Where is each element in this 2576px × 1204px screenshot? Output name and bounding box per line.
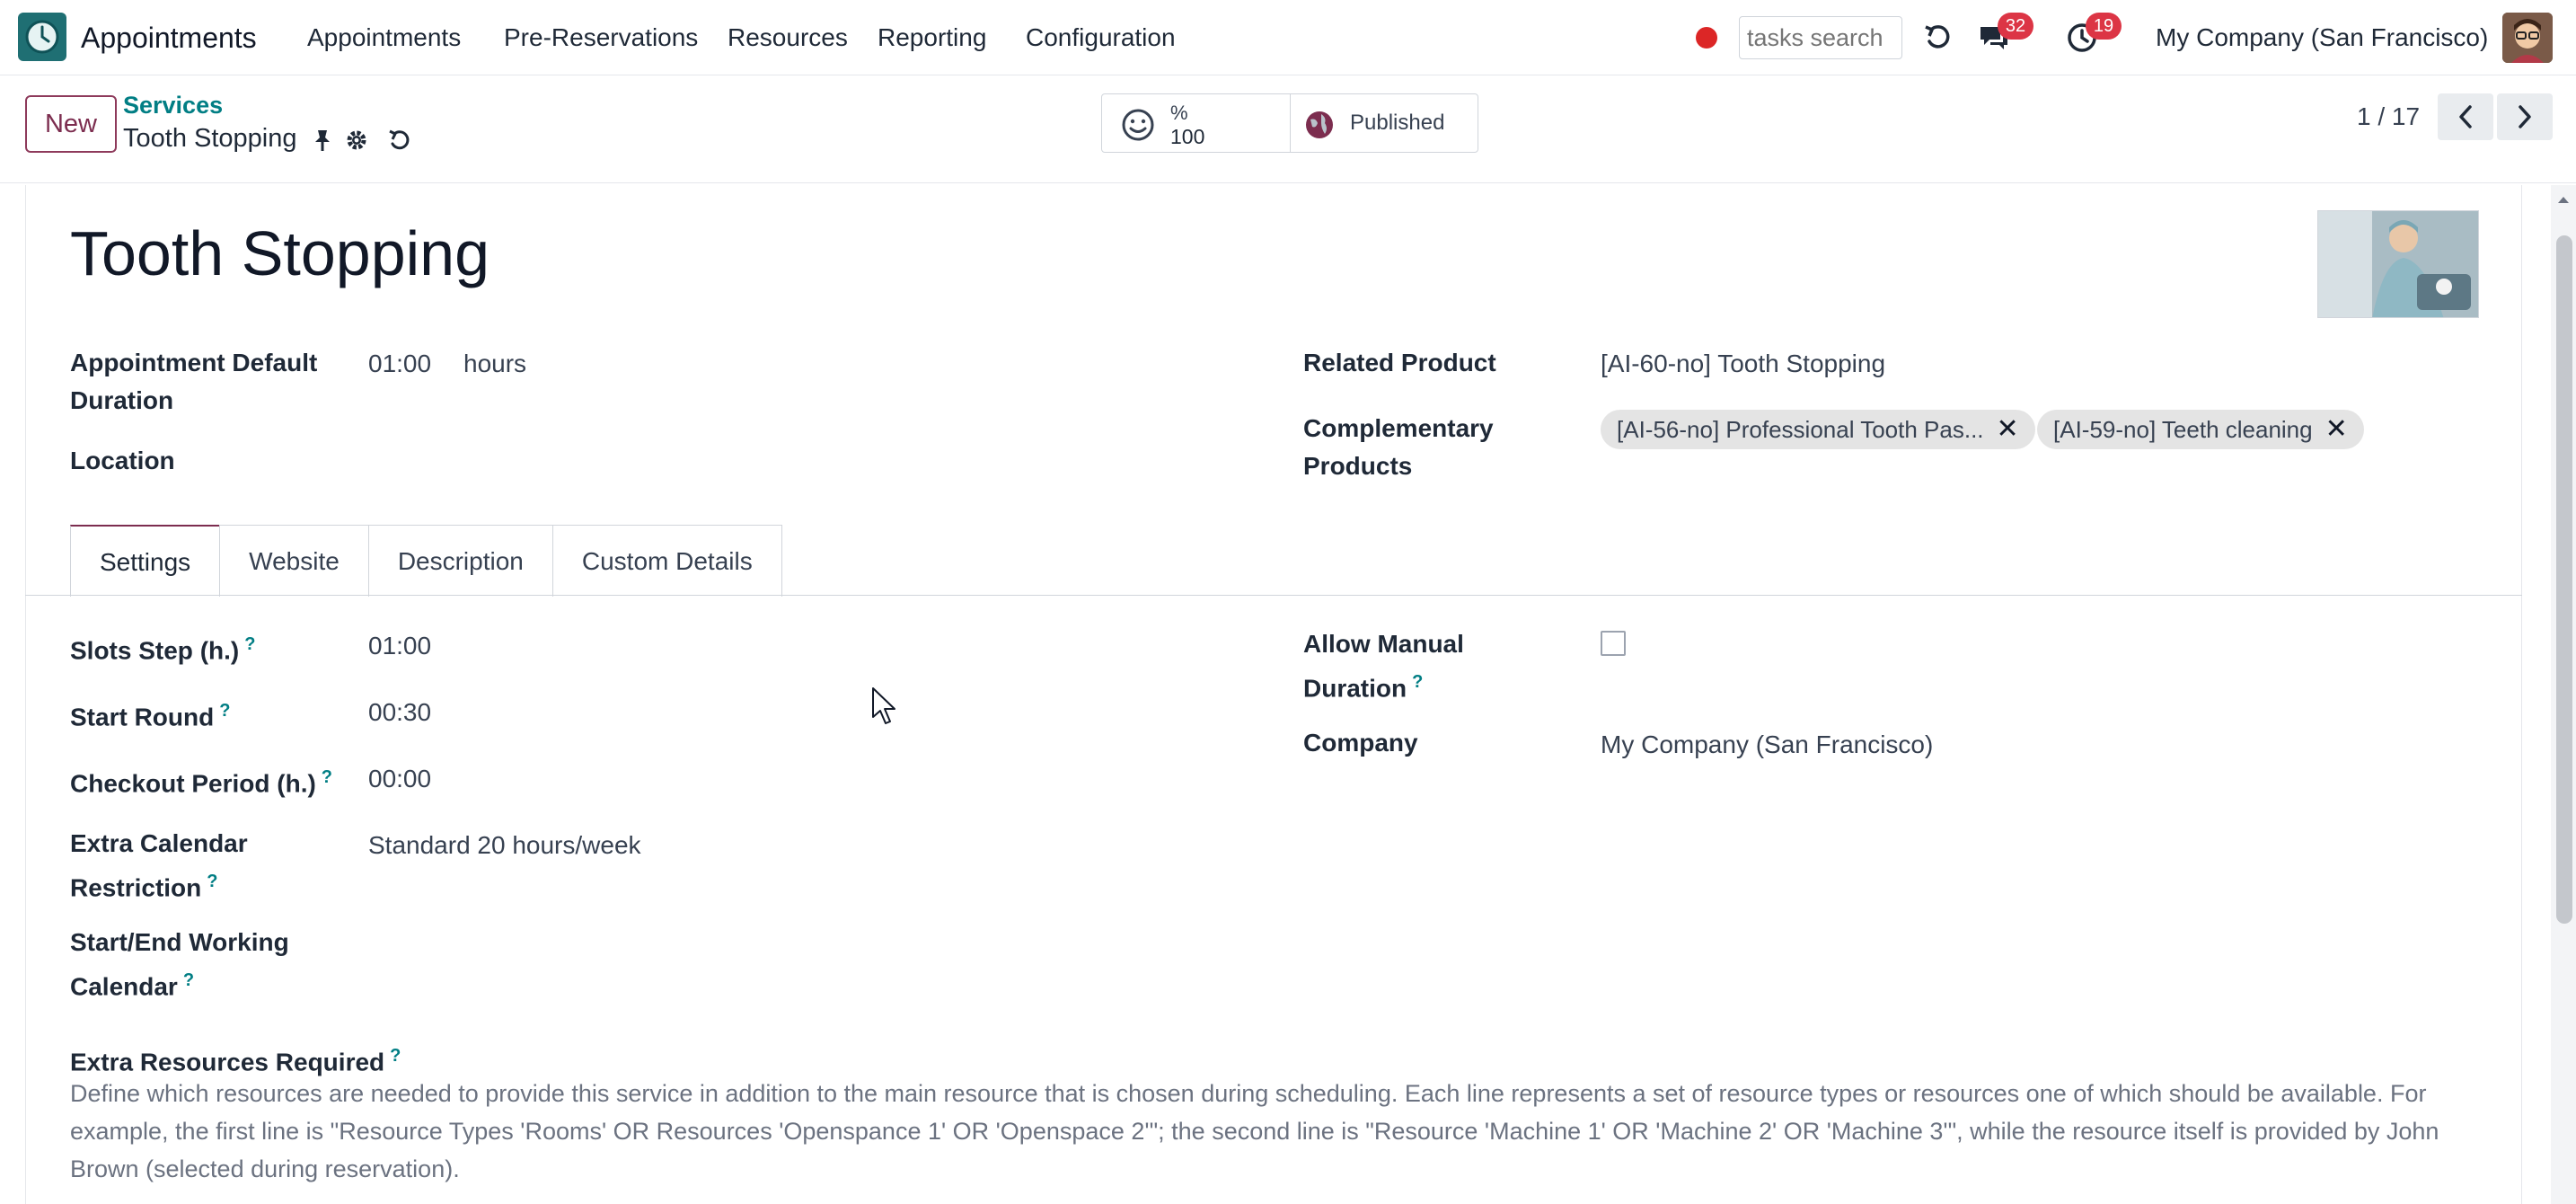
- messages-icon[interactable]: 32: [1976, 13, 2033, 56]
- related-product-value[interactable]: [AI-60-no] Tooth Stopping: [1601, 345, 1885, 383]
- tag-remove-icon[interactable]: ✕: [2325, 410, 2348, 449]
- tab-divider: [25, 595, 2522, 596]
- rating-stat-button[interactable]: % 100: [1102, 94, 1291, 152]
- tag-remove-icon[interactable]: ✕: [1997, 410, 2019, 449]
- pager-next-button[interactable]: [2497, 93, 2553, 140]
- help-tooltip-icon[interactable]: ?: [219, 701, 230, 721]
- help-tooltip-icon[interactable]: ?: [183, 970, 194, 990]
- chevron-right-icon: [2519, 105, 2531, 128]
- menu-appointments[interactable]: Appointments: [307, 20, 461, 56]
- field-label-slots-step: Slots Step (h.)?: [70, 634, 256, 665]
- default-duration-value[interactable]: 01:00: [368, 345, 431, 383]
- help-tooltip-icon[interactable]: ?: [207, 872, 217, 891]
- user-avatar[interactable]: [2502, 13, 2553, 63]
- published-label: Published: [1350, 111, 1445, 135]
- pager-value[interactable]: 1 / 17: [2357, 102, 2420, 131]
- help-tooltip-icon[interactable]: ?: [1412, 672, 1423, 692]
- gear-icon[interactable]: [343, 126, 370, 155]
- help-tooltip-icon[interactable]: ?: [322, 767, 332, 787]
- app-name[interactable]: Appointments: [81, 18, 257, 58]
- stat-value: 100: [1170, 125, 1205, 148]
- start-round-value[interactable]: 00:30: [368, 694, 431, 731]
- menu-pre-reservations[interactable]: Pre-Reservations: [504, 20, 698, 56]
- smiley-icon: [1122, 109, 1154, 141]
- smart-buttons: % 100 Published: [1101, 93, 1478, 153]
- breadcrumb-current: Tooth Stopping: [123, 124, 297, 153]
- menu-reporting[interactable]: Reporting: [878, 20, 986, 56]
- scroll-up-arrow-icon[interactable]: [2553, 190, 2574, 208]
- recording-indicator-icon[interactable]: [1696, 27, 1717, 49]
- globe-icon: [1306, 111, 1333, 138]
- allow-manual-duration-checkbox[interactable]: [1601, 631, 1626, 656]
- pager-previous-button[interactable]: [2438, 93, 2493, 140]
- menu-resources[interactable]: Resources: [728, 20, 848, 56]
- tasks-search-input[interactable]: [1739, 16, 1902, 59]
- default-duration-unit: hours: [463, 350, 527, 377]
- location-value[interactable]: [368, 442, 1177, 480]
- pin-icon[interactable]: [309, 126, 336, 155]
- record-image[interactable]: [2317, 210, 2479, 318]
- field-label-location: Location: [70, 447, 175, 474]
- notebook-tabs: Settings Website Description Custom Deta…: [70, 525, 782, 597]
- tab-settings[interactable]: Settings: [70, 525, 221, 597]
- app-logo-icon[interactable]: [18, 13, 66, 61]
- company-value[interactable]: My Company (San Francisco): [1601, 726, 1933, 764]
- extra-calendar-value[interactable]: Standard 20 hours/week: [368, 827, 641, 864]
- complementary-product-tag: [AI-56-no] Professional Tooth Pas... ✕: [1601, 410, 2035, 449]
- field-label-related-product: Related Product: [1303, 349, 1496, 376]
- field-label-checkout-period: Checkout Period (h.)?: [70, 767, 333, 798]
- company-switcher[interactable]: My Company (San Francisco): [2156, 20, 2488, 56]
- new-button[interactable]: New: [25, 95, 117, 153]
- slots-step-value[interactable]: 01:00: [368, 627, 431, 665]
- help-tooltip-icon[interactable]: ?: [244, 634, 255, 654]
- activities-count-badge: 19: [2086, 13, 2122, 40]
- top-navbar: Appointments Appointments Pre-Reservatio…: [0, 0, 2576, 75]
- help-tooltip-icon[interactable]: ?: [390, 1046, 401, 1066]
- scrollbar-thumb[interactable]: [2556, 235, 2572, 924]
- refresh-icon[interactable]: [1920, 20, 1956, 56]
- tab-custom-details[interactable]: Custom Details: [551, 525, 782, 597]
- published-button[interactable]: Published: [1291, 94, 1478, 152]
- stat-symbol: %: [1170, 102, 1188, 124]
- breadcrumb-parent-link[interactable]: Services: [123, 92, 223, 120]
- field-label-default-duration: Appointment Default Duration: [70, 349, 318, 414]
- activities-clock-icon[interactable]: 19: [2064, 13, 2122, 56]
- complementary-product-tag: [AI-59-no] Teeth cleaning ✕: [2037, 410, 2364, 449]
- record-title[interactable]: Tooth Stopping: [70, 210, 490, 297]
- revert-icon[interactable]: [386, 126, 413, 155]
- menu-configuration[interactable]: Configuration: [1026, 20, 1176, 56]
- extra-resources-help-text: Define which resources are needed to pro…: [70, 1080, 2439, 1182]
- control-panel: New Services Tooth Stopping % 100 Publis…: [0, 75, 2576, 183]
- field-label-allow-manual-duration: Allow Manual Duration?: [1303, 630, 1464, 703]
- messages-count-badge: 32: [1998, 13, 2033, 40]
- tab-website[interactable]: Website: [219, 525, 369, 597]
- tab-description[interactable]: Description: [367, 525, 553, 597]
- field-label-start-round: Start Round?: [70, 701, 231, 731]
- field-label-company: Company: [1303, 729, 1418, 757]
- field-label-working-calendar: Start/End Working Calendar?: [70, 928, 289, 1001]
- field-label-complementary-products: Complementary Products: [1303, 414, 1494, 480]
- working-calendar-value[interactable]: [368, 924, 1177, 961]
- tag-label: [AI-59-no] Teeth cleaning: [2053, 416, 2313, 443]
- chevron-left-icon: [2459, 105, 2472, 128]
- field-label-extra-calendar: Extra Calendar Restriction?: [70, 829, 248, 902]
- mouse-cursor-icon: [872, 687, 895, 724]
- tag-label: [AI-56-no] Professional Tooth Pas...: [1617, 416, 1984, 443]
- checkout-period-value[interactable]: 00:00: [368, 760, 431, 798]
